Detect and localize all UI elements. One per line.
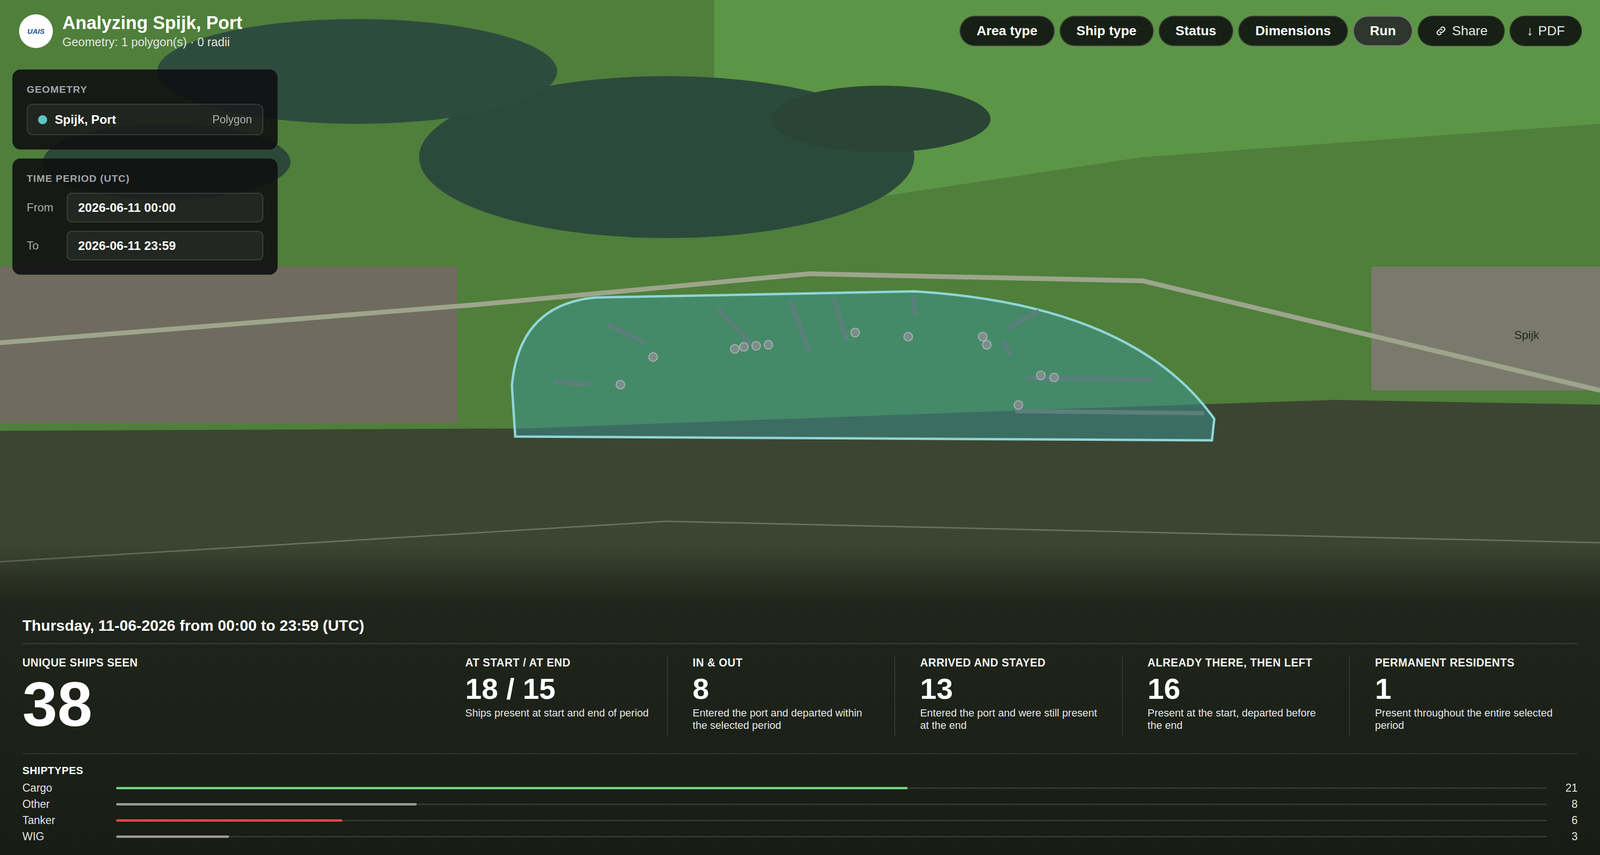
side-panels: GEOMETRY Spijk, PortPolygon TIME PERIOD (U… (12, 69, 278, 275)
brand: UAIS Analyzing Spijk, PortGeometry: 1 pol… (19, 12, 243, 50)
bar-track (116, 803, 1548, 806)
pier (554, 381, 590, 385)
pier (607, 324, 645, 343)
ship-marker[interactable] (1014, 400, 1023, 410)
ship-marker[interactable] (649, 352, 658, 362)
pier (1003, 341, 1011, 356)
pier (790, 300, 810, 352)
geometry-panel: GEOMETRY Spijk, PortPolygon (12, 69, 278, 150)
port-analysis-screen: Spijk UAIS Analyzing Spijk, PortGeometry: … (0, 0, 1600, 855)
toolbar-button[interactable]: Ship type (1059, 15, 1154, 47)
page-title: Analyzing Spijk, Port (62, 12, 243, 35)
toolbar-button[interactable]: Status (1158, 15, 1234, 47)
bar-track (116, 820, 1548, 822)
toolbar-button[interactable]: Area type (959, 15, 1055, 47)
time-period-panel: TIME PERIOD (UTC) From2026-06-11 00:00 To2… (12, 158, 278, 275)
pier (833, 298, 848, 341)
top-bar: UAIS Analyzing Spijk, PortGeometry: 1 pol… (0, 0, 1600, 50)
toolbar-button[interactable]: Run (1352, 15, 1413, 47)
link-icon (1434, 24, 1448, 38)
pier (1007, 311, 1039, 329)
time-field: To2026-06-11 23:59 (26, 230, 264, 261)
summary-heading: Thursday, 11-06-2026 from 00:00 to 23:59… (22, 617, 1578, 645)
shiptype-row: Other8 (22, 796, 1578, 813)
place-label: Spijk (1514, 328, 1540, 342)
geometry-color-dot (38, 115, 48, 125)
chart-heading: SHIPTYPES (22, 764, 1578, 778)
download-icon: ↓ (1526, 23, 1534, 39)
bar-fill (116, 819, 343, 822)
datetime-input[interactable]: 2026-06-11 23:59 (66, 230, 264, 261)
stat-card: AT START / AT END18 / 15Ships present at… (465, 656, 669, 737)
stat-card: IN & OUT8Entered the port and departed w… (692, 656, 896, 737)
stat-card: ARRIVED AND STAYED13Entered the port and… (920, 656, 1123, 737)
stat-card: ALREADY THERE, THEN LEFT16Present at the… (1147, 656, 1351, 737)
stat-card: UNIQUE SHIPS SEEN38 (22, 656, 441, 737)
bar-track (116, 787, 1548, 790)
datetime-input[interactable]: 2026-06-11 00:00 (66, 192, 264, 223)
pier (913, 295, 916, 317)
pier (1015, 411, 1204, 414)
shiptypes-chart: SHIPTYPES Cargo21Other8Tanker6WIG3 (22, 754, 1578, 845)
ship-marker[interactable] (616, 380, 625, 390)
time-field: From2026-06-11 00:00 (26, 192, 264, 223)
ship-marker[interactable] (850, 328, 860, 338)
toolbar-button[interactable]: Share (1417, 15, 1505, 47)
ship-marker[interactable] (764, 340, 773, 350)
stat-card: PERMANENT RESIDENTS1Present throughout t… (1374, 656, 1578, 737)
ship-marker[interactable] (978, 332, 988, 341)
panel-heading: GEOMETRY (26, 83, 264, 96)
logo-icon[interactable]: UAIS (19, 14, 53, 49)
toolbar-button[interactable]: Dimensions (1238, 15, 1349, 47)
ship-marker[interactable] (751, 341, 761, 350)
shiptype-row: WIG3 (22, 828, 1578, 845)
bar-fill (116, 787, 908, 790)
bar-fill (116, 803, 417, 806)
panel-heading: TIME PERIOD (UTC) (26, 172, 264, 185)
ship-marker[interactable] (1050, 373, 1059, 382)
bar-fill (116, 835, 230, 839)
toolbar-button[interactable]: ↓PDF (1509, 15, 1582, 47)
ship-marker[interactable] (982, 340, 991, 350)
shiptype-row: Cargo21 (22, 780, 1578, 797)
toolbar: Area typeShip typeStatusDimensionsRunSha… (959, 15, 1582, 47)
ship-marker[interactable] (739, 342, 749, 352)
shiptype-row: Tanker6 (22, 812, 1578, 829)
pier (1025, 378, 1154, 380)
geometry-item[interactable]: Spijk, PortPolygon (26, 103, 264, 136)
ship-marker[interactable] (903, 332, 913, 341)
summary-section: Thursday, 11-06-2026 from 00:00 to 23:59… (0, 545, 1600, 855)
ship-marker[interactable] (730, 344, 740, 354)
ship-marker[interactable] (1036, 371, 1046, 380)
stats-row: UNIQUE SHIPS SEEN38 AT START / AT END18 /… (22, 644, 1578, 755)
port-polygon[interactable] (511, 291, 1215, 441)
bar-track (116, 836, 1548, 838)
pier (717, 308, 753, 345)
page-subtitle: Geometry: 1 polygon(s) · 0 radii (62, 34, 243, 50)
